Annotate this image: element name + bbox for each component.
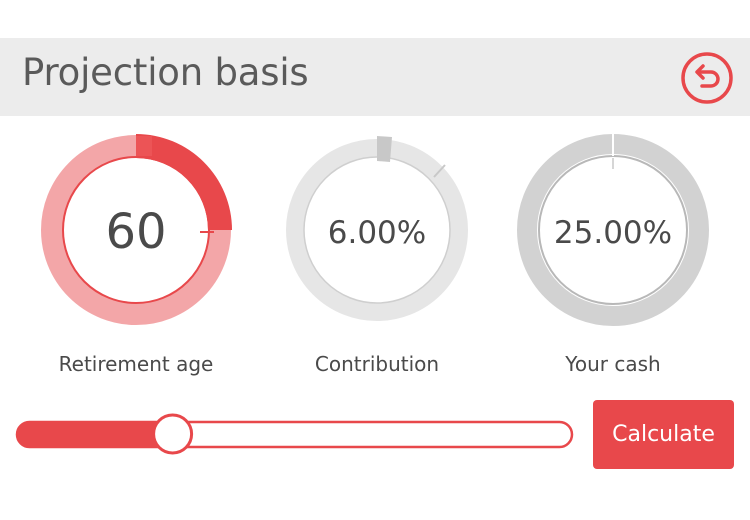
slider-fill	[17, 422, 173, 447]
slider-thumb	[152, 413, 194, 455]
projection-basis-screen: Projection basis 60 Retirement age 6.00%…	[0, 0, 750, 520]
your-cash-dial-ring	[517, 134, 709, 326]
header-bar: Projection basis	[0, 38, 750, 116]
your-cash-dial[interactable]: 25.00%	[515, 132, 711, 328]
slider-graphic	[15, 413, 574, 455]
retirement-age-slider[interactable]	[14, 412, 576, 456]
contribution-label: Contribution	[314, 352, 440, 376]
contribution-dial-ring	[286, 136, 468, 321]
contribution-dial[interactable]: 6.00%	[279, 132, 475, 328]
reset-button[interactable]	[680, 51, 734, 105]
retirement-age-dial-ring	[41, 134, 232, 325]
undo-arrow-icon	[681, 52, 733, 104]
retirement-age-label: Retirement age	[58, 352, 214, 376]
your-cash-label: Your cash	[565, 352, 661, 376]
calculate-button[interactable]: Calculate	[593, 400, 734, 469]
retirement-age-dial[interactable]: 60	[38, 132, 234, 328]
page-title: Projection basis	[22, 51, 309, 94]
